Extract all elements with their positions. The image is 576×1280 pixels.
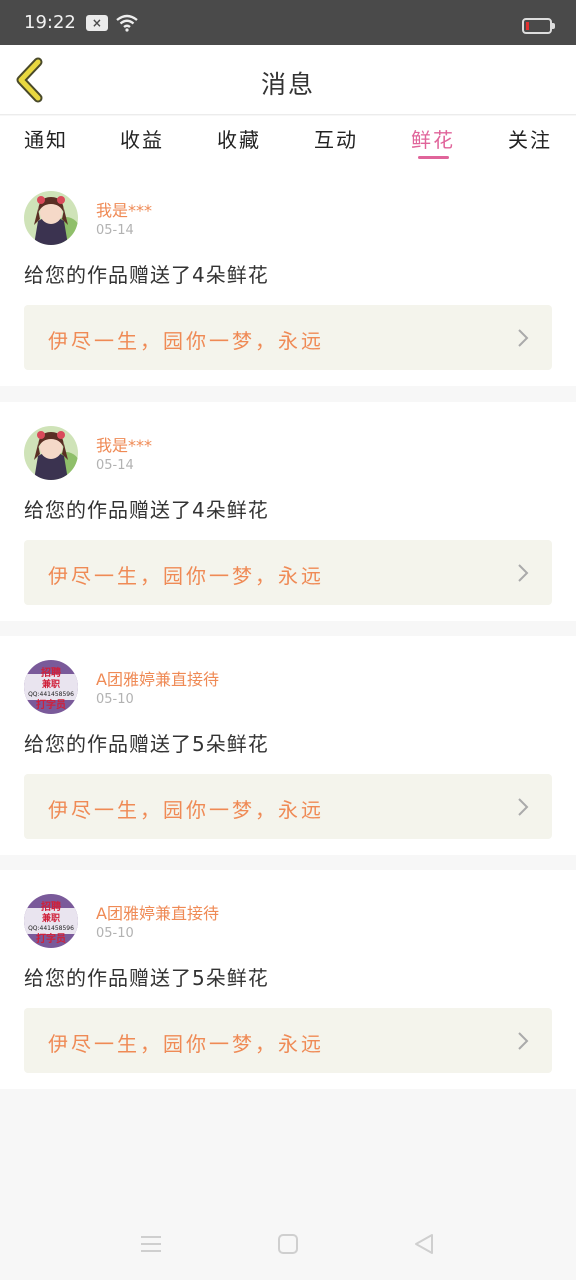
message-date: 05-14: [96, 223, 134, 238]
chevron-right-icon: [518, 564, 529, 582]
username[interactable]: A团雅婷兼直接待: [96, 900, 219, 924]
work-link[interactable]: 伊尽一生，园你一梦，永远: [24, 540, 552, 605]
avatar-text-line: QQ:441458596: [28, 691, 74, 698]
work-link[interactable]: 伊尽一生，园你一梦，永远: [24, 305, 552, 370]
system-nav-bar: [0, 1210, 576, 1280]
avatar-text-line: QQ:441458596: [28, 925, 74, 932]
username[interactable]: A团雅婷兼直接待: [96, 666, 219, 690]
avatar[interactable]: [24, 191, 78, 245]
message-card: 招聘 兼职 QQ:441458596 打字员 A团雅婷兼直接待 05-10 给您…: [0, 870, 576, 1089]
wifi-icon: [116, 14, 138, 32]
message-card: 我是*** 05-14 给您的作品赠送了4朵鲜花 伊尽一生，园你一梦，永远: [0, 167, 576, 386]
status-time: 19:22: [24, 12, 76, 33]
work-title: 伊尽一生，园你一梦，永远: [48, 564, 324, 588]
work-title: 伊尽一生，园你一梦，永远: [48, 798, 324, 822]
chevron-right-icon: [518, 329, 529, 347]
avatar-text-line: 招聘: [41, 900, 61, 913]
avatar-text-line: 兼职: [41, 678, 60, 690]
work-link[interactable]: 伊尽一生，园你一梦，永远: [24, 774, 552, 839]
tab-bar: 通知 收益 收藏 互动 鲜花 关注: [0, 116, 576, 171]
message-date: 05-14: [96, 458, 134, 473]
status-icons: ×: [85, 14, 138, 32]
anime-girl-avatar-icon: [24, 191, 78, 245]
work-title: 伊尽一生，园你一梦，永远: [48, 1032, 324, 1056]
chevron-right-icon: [518, 798, 529, 816]
avatar-text-line: 招聘: [41, 666, 61, 679]
back-triangle-icon[interactable]: [413, 1233, 435, 1255]
avatar[interactable]: 招聘 兼职 QQ:441458596 打字员: [24, 660, 78, 714]
message-card: 我是*** 05-14 给您的作品赠送了4朵鲜花 伊尽一生，园你一梦，永远: [0, 402, 576, 621]
tab-notifications[interactable]: 通知: [10, 124, 82, 153]
recruitment-badge-avatar-icon: 招聘 兼职 QQ:441458596 打字员: [24, 894, 78, 948]
anime-girl-avatar-icon: [24, 426, 78, 480]
tab-earnings[interactable]: 收益: [106, 124, 178, 153]
active-tab-indicator: [418, 156, 449, 159]
message-date: 05-10: [96, 692, 134, 707]
close-notification-icon: ×: [85, 14, 108, 31]
tab-flowers[interactable]: 鲜花: [397, 124, 469, 153]
tab-interactions[interactable]: 互动: [300, 124, 372, 153]
avatar[interactable]: [24, 426, 78, 480]
avatar-text-line: 打字员: [36, 932, 66, 945]
work-title: 伊尽一生，园你一梦，永远: [48, 329, 324, 353]
battery-low-icon: [522, 18, 555, 34]
tab-favorites[interactable]: 收藏: [203, 124, 275, 153]
menu-icon[interactable]: [140, 1233, 162, 1255]
home-square-icon[interactable]: [277, 1233, 299, 1255]
message-text: 给您的作品赠送了5朵鲜花: [24, 732, 269, 756]
page-title: 消息: [260, 70, 315, 99]
avatar-text-line: 打字员: [36, 698, 66, 711]
recruitment-badge-avatar-icon: 招聘 兼职 QQ:441458596 打字员: [24, 660, 78, 714]
tab-following[interactable]: 关注: [494, 124, 566, 153]
message-text: 给您的作品赠送了4朵鲜花: [24, 263, 269, 287]
work-link[interactable]: 伊尽一生，园你一梦，永远: [24, 1008, 552, 1073]
message-date: 05-10: [96, 926, 134, 941]
message-text: 给您的作品赠送了4朵鲜花: [24, 498, 269, 522]
message-card: 招聘 兼职 QQ:441458596 打字员 A团雅婷兼直接待 05-10 给您…: [0, 636, 576, 855]
username[interactable]: 我是***: [96, 197, 152, 221]
avatar-text-line: 兼职: [41, 912, 60, 924]
status-bar: 19:22 ×: [0, 0, 576, 45]
header: 消息: [0, 45, 576, 115]
avatar[interactable]: 招聘 兼职 QQ:441458596 打字员: [24, 894, 78, 948]
message-text: 给您的作品赠送了5朵鲜花: [24, 966, 269, 990]
username[interactable]: 我是***: [96, 432, 152, 456]
chevron-right-icon: [518, 1032, 529, 1050]
